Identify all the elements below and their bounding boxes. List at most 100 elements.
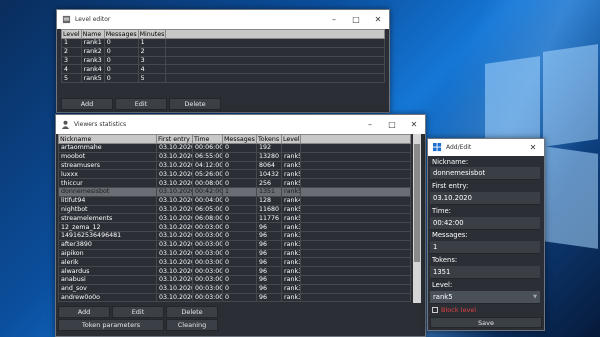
- table-row[interactable]: and_sov 03.10.2020 00:03:00 0 96 rank3: [58, 283, 411, 294]
- add-level-button[interactable]: Add: [61, 98, 113, 110]
- table-cell: 96: [256, 239, 282, 250]
- table-row[interactable]: 12_zema_12 03.10.2020 00:03:00 0 96 rank3: [58, 222, 411, 232]
- table-row[interactable]: andrew0o0o 03.10.2020 00:03:00 0 96 rank3: [58, 292, 411, 303]
- table-cell: 3: [61, 55, 82, 66]
- table-cell: 0: [222, 160, 257, 171]
- edit-viewer-button[interactable]: Edit: [112, 306, 164, 318]
- table-cell: luxxx: [58, 169, 157, 180]
- table-cell-filler: [300, 266, 411, 276]
- column-header[interactable]: Tokens: [256, 134, 282, 144]
- vertical-scrollbar[interactable]: [413, 134, 421, 303]
- save-button[interactable]: Save: [430, 317, 542, 328]
- tokens-field[interactable]: 1351: [430, 266, 540, 279]
- level-select[interactable]: rank5 ▼: [430, 291, 540, 304]
- column-header[interactable]: First entry: [156, 134, 193, 144]
- time-field[interactable]: 00:42:00: [430, 217, 540, 230]
- window-title: Level editor: [75, 16, 111, 23]
- maximize-icon[interactable]: □: [381, 115, 403, 134]
- table-row[interactable]: artaommahe 03.10.2020 00:06:00 0 192: [58, 143, 411, 153]
- table-cell: 0: [222, 292, 257, 303]
- messages-field[interactable]: 1: [430, 241, 540, 254]
- table-row[interactable]: 149162536496481 03.10.2020 00:03:00 0 96 rank…: [58, 230, 411, 241]
- table-cell: 0: [222, 178, 257, 188]
- table-cell: 0: [222, 230, 257, 241]
- minimize-icon[interactable]: –: [359, 115, 381, 134]
- close-icon[interactable]: ✕: [522, 138, 544, 157]
- close-icon[interactable]: ✕: [367, 10, 389, 29]
- table-row[interactable]: thiccur 03.10.2020 00:08:00 0 256 rank5: [58, 178, 411, 188]
- table-row[interactable]: anabusi 03.10.2020 00:03:00 0 96 rank3: [58, 274, 411, 285]
- table-row[interactable]: 3 rank3 0 3: [61, 55, 385, 66]
- table-cell: 00:06:00: [192, 143, 223, 153]
- column-header[interactable]: Minutes: [137, 29, 167, 39]
- table-cell: 03.10.2020: [156, 143, 193, 153]
- checkbox-box[interactable]: [432, 307, 438, 313]
- column-header[interactable]: Messages: [103, 29, 139, 39]
- table-row[interactable]: 1 rank1 0 1: [61, 38, 385, 48]
- table-cell: 4: [61, 64, 82, 75]
- table-cell: 00:03:00: [192, 248, 223, 259]
- add-viewer-button[interactable]: Add: [58, 306, 110, 318]
- table-row[interactable]: luxxx 03.10.2020 05:26:00 0 10432 rank5: [58, 169, 411, 180]
- titlebar[interactable]: Add/Edit ✕: [428, 139, 544, 156]
- block-level-checkbox[interactable]: Block level: [432, 306, 476, 314]
- maximize-icon[interactable]: □: [345, 10, 367, 29]
- table-row[interactable]: 4 rank4 0 4: [61, 64, 385, 75]
- table-cell: 03.10.2020: [156, 178, 193, 188]
- table-cell: 1: [137, 38, 167, 48]
- table-row[interactable]: litlfut94 03.10.2020 00:04:00 0 128 rank4: [58, 195, 411, 206]
- table-cell: rank2: [80, 46, 105, 57]
- table-cell: 0: [222, 169, 257, 180]
- delete-level-button[interactable]: Delete: [169, 98, 221, 110]
- table-cell-filler: [300, 274, 411, 285]
- column-header[interactable]: Level: [61, 29, 82, 39]
- table-cell: 00:03:00: [192, 222, 223, 232]
- table-cell: 5: [137, 73, 167, 83]
- edit-level-button[interactable]: Edit: [115, 98, 167, 110]
- close-icon[interactable]: ✕: [403, 115, 425, 134]
- tokens-label: Tokens:: [432, 256, 458, 264]
- viewers-table[interactable]: Nickname First entry Time Messages Tokens Lev…: [58, 134, 411, 303]
- table-cell-filler: [300, 143, 411, 153]
- table-row[interactable]: alwardus 03.10.2020 00:03:00 0 96 rank3: [58, 266, 411, 276]
- table-row[interactable]: streamusers 03.10.2020 04:12:00 0 8064 rank5: [58, 160, 411, 171]
- cleaning-button[interactable]: Cleaning: [166, 319, 218, 331]
- column-header[interactable]: Name: [80, 29, 105, 39]
- table-cell: 03.10.2020: [156, 160, 193, 171]
- table-cell-filler: [300, 160, 411, 171]
- table-row[interactable]: alerik 03.10.2020 00:03:00 0 96 rank3: [58, 257, 411, 268]
- scrollbar-thumb[interactable]: [414, 144, 420, 262]
- column-header[interactable]: Messages: [222, 134, 257, 144]
- delete-viewer-button[interactable]: Delete: [166, 306, 218, 318]
- first-entry-field[interactable]: 03.10.2020: [430, 192, 540, 205]
- grid-icon: [433, 143, 442, 152]
- table-row[interactable]: after3890 03.10.2020 00:03:00 0 96 rank3: [58, 239, 411, 250]
- column-header[interactable]: Time: [192, 134, 223, 144]
- table-row[interactable]: streamelements 03.10.2020 06:08:00 0 11776 ra…: [58, 213, 411, 224]
- table-cell: 3: [137, 55, 167, 66]
- column-header[interactable]: Level: [281, 134, 301, 144]
- table-row[interactable]: moobot 03.10.2020 06:55:00 0 13280 rank5: [58, 151, 411, 162]
- token-parameters-button[interactable]: Token parameters: [58, 319, 164, 331]
- levels-table[interactable]: Level Name Messages Minutes 1 rank1 0 1 2 rank2 0…: [61, 29, 385, 83]
- titlebar[interactable]: Level editor – □ ✕: [57, 10, 389, 29]
- table-cell: 2: [61, 46, 82, 57]
- table-row[interactable]: 2 rank2 0 2: [61, 46, 385, 57]
- table-cell: rank3: [281, 274, 301, 285]
- table-cell: 00:42:00: [192, 186, 223, 197]
- table-cell: 0: [222, 213, 257, 224]
- table-cell: 96: [256, 248, 282, 259]
- column-header[interactable]: Nickname: [58, 134, 157, 144]
- table-cell: 1351: [256, 186, 282, 197]
- titlebar[interactable]: Viewers statistics – □ ✕: [56, 115, 425, 134]
- table-row[interactable]: aipikon 03.10.2020 00:03:00 0 96 rank3: [58, 248, 411, 259]
- table-row[interactable]: 5 rank5 0 5: [61, 73, 385, 83]
- table-cell: 00:03:00: [192, 257, 223, 268]
- table-cell: 03.10.2020: [156, 213, 193, 224]
- table-cell: 128: [256, 195, 282, 206]
- nickname-field[interactable]: donnemesisbot: [430, 167, 540, 180]
- table-row[interactable]: nightbot 03.10.2020 06:05:00 0 11680 rank5: [58, 204, 411, 215]
- table-row[interactable]: donnemesisbot 03.10.2020 00:42:00 1 1351 rank…: [58, 186, 411, 197]
- minimize-icon[interactable]: –: [323, 10, 345, 29]
- table-cell-filler: [300, 151, 411, 162]
